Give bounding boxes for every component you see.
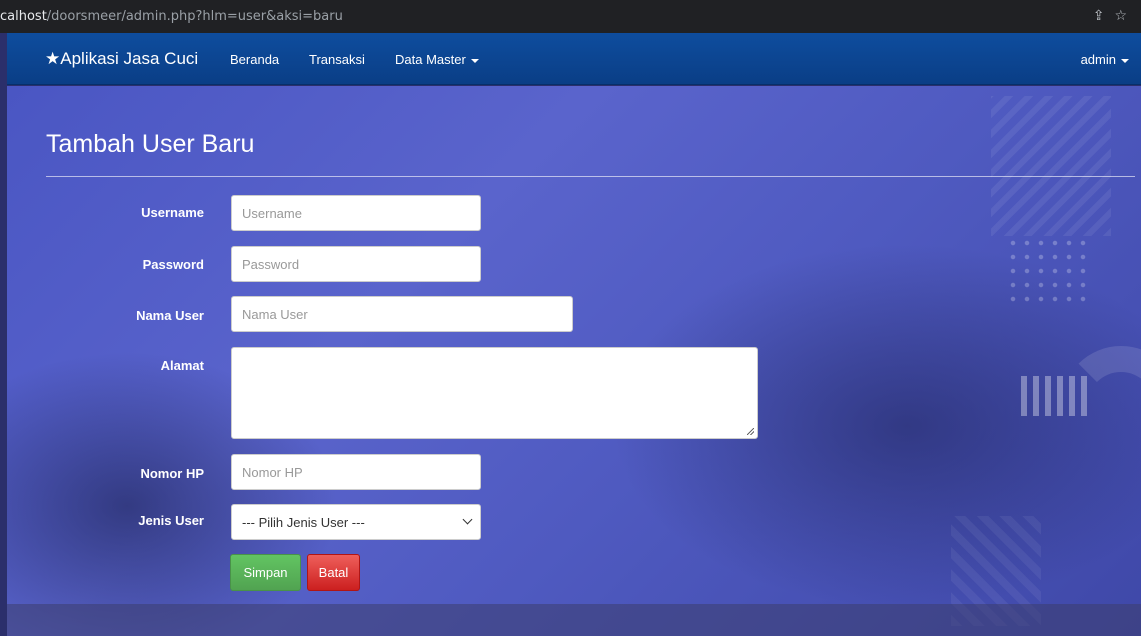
user-menu-label: admin xyxy=(1080,52,1116,67)
user-menu-dropdown[interactable]: admin xyxy=(1081,52,1129,67)
save-button[interactable]: Simpan xyxy=(230,554,301,591)
main-content: Tambah User Baru Username Password Nama … xyxy=(7,86,1141,636)
url-host: calhost xyxy=(0,9,47,24)
nama-user-label: Nama User xyxy=(136,308,204,323)
background-decoration xyxy=(1061,346,1141,466)
brand-link[interactable]: ★Aplikasi Jasa Cuci xyxy=(45,49,198,69)
footer-band xyxy=(7,604,1141,636)
jenis-user-selected: --- Pilih Jenis User --- xyxy=(242,514,365,530)
nomor-hp-input[interactable] xyxy=(231,454,481,490)
nav-data-master-label: Data Master xyxy=(395,52,466,67)
nama-user-input[interactable] xyxy=(231,296,573,332)
caret-down-icon xyxy=(470,58,479,63)
browser-address-bar[interactable]: calhost/doorsmeer/admin.php?hlm=user&aks… xyxy=(0,0,1141,33)
password-input[interactable] xyxy=(231,246,481,282)
alamat-label: Alamat xyxy=(160,358,204,373)
star-icon: ★ xyxy=(45,49,61,68)
background-decoration xyxy=(991,96,1111,236)
bookmark-star-icon[interactable]: ☆ xyxy=(1114,8,1137,24)
background-decoration xyxy=(1006,236,1086,306)
caret-down-icon xyxy=(1121,58,1129,63)
nav-beranda[interactable]: Beranda xyxy=(230,52,279,67)
nav-data-master-dropdown[interactable]: Data Master xyxy=(395,52,479,67)
password-label: Password xyxy=(142,257,204,272)
brand-label: Aplikasi Jasa Cuci xyxy=(60,49,199,68)
jenis-user-select[interactable]: --- Pilih Jenis User --- xyxy=(231,504,481,540)
url-path: /doorsmeer/admin.php?hlm=user&aksi=baru xyxy=(46,9,343,24)
username-label: Username xyxy=(141,205,204,220)
nomor-hp-label: Nomor HP xyxy=(140,466,204,481)
chevron-down-icon xyxy=(462,514,473,525)
username-input[interactable] xyxy=(231,195,481,231)
page-title: Tambah User Baru xyxy=(46,130,255,158)
alamat-textarea[interactable] xyxy=(231,347,758,439)
cancel-button[interactable]: Batal xyxy=(307,554,360,591)
jenis-user-label: Jenis User xyxy=(138,513,204,528)
nav-transaksi[interactable]: Transaksi xyxy=(309,52,365,67)
share-icon[interactable]: ⇪ xyxy=(1093,8,1115,24)
resize-grip-icon[interactable] xyxy=(747,428,754,435)
title-divider xyxy=(46,176,1135,177)
top-navbar: ★Aplikasi Jasa Cuci Beranda Transaksi Da… xyxy=(7,33,1141,85)
